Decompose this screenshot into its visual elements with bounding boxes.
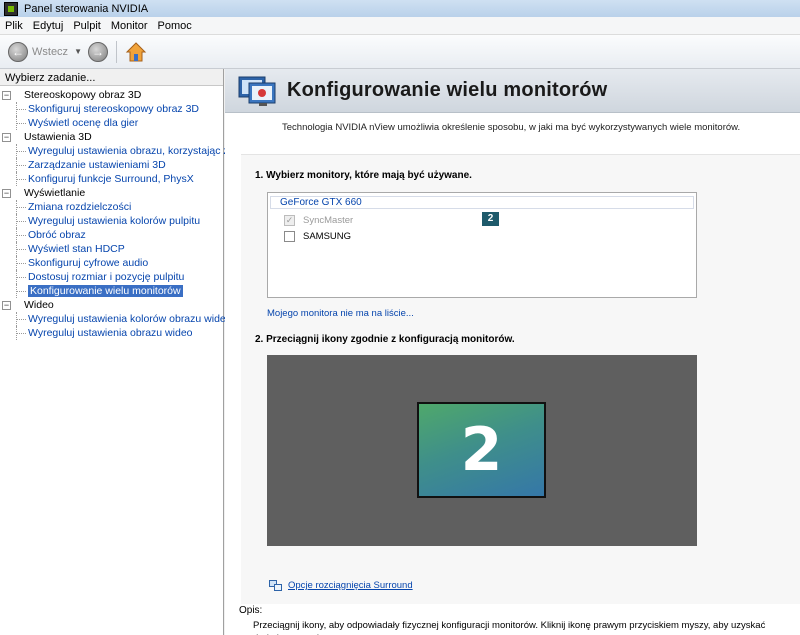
tree-item-digital-audio[interactable]: Skonfiguruj cyfrowe audio xyxy=(0,256,223,270)
monitor-row-samsung[interactable]: SAMSUNG xyxy=(284,229,351,243)
tree-item-rotate[interactable]: Obróć obraz xyxy=(0,228,223,242)
menu-pulpit[interactable]: Pulpit xyxy=(73,20,101,32)
nvidia-app-icon xyxy=(4,1,18,16)
tree-item-desktop-colors[interactable]: Wyreguluj ustawienia kolorów pulpitu xyxy=(0,214,223,228)
section2-title: 2. Przeciągnij ikony zgodnie z konfigura… xyxy=(255,334,515,345)
menu-bar: Plik Edytuj Pulpit Monitor Pomoc xyxy=(0,17,800,35)
surround-icon xyxy=(269,580,282,591)
section1-title: 1. Wybierz monitory, które mają być używ… xyxy=(255,170,472,181)
back-label[interactable]: Wstecz xyxy=(32,46,68,58)
tree-group-video[interactable]: − Wideo xyxy=(0,298,223,312)
monitor-name: SyncMaster xyxy=(303,214,354,226)
forward-button[interactable]: → xyxy=(87,41,108,62)
back-button[interactable]: ← xyxy=(8,41,28,62)
monitor-name: SAMSUNG xyxy=(303,230,352,242)
title-bar: Panel sterowania NVIDIA xyxy=(0,0,800,17)
tree-item-surround-physx[interactable]: Konfiguruj funkcje Surround, PhysX xyxy=(0,172,223,186)
toolbar-separator xyxy=(115,40,117,63)
collapse-icon[interactable]: − xyxy=(2,189,11,198)
tree-item-hdcp[interactable]: Wyświetl stan HDCP xyxy=(0,242,223,256)
description-text: Przeciągnij ikony, aby odpowiadały fizyc… xyxy=(253,620,766,635)
arrow-left-icon: ← xyxy=(12,44,24,59)
home-icon[interactable] xyxy=(125,41,147,63)
content-pane: Konfigurowanie wielu monitorów Technolog… xyxy=(225,69,800,635)
page-title: Konfigurowanie wielu monitorów xyxy=(287,79,608,101)
tree-group-3d-settings[interactable]: − Ustawienia 3D xyxy=(0,130,223,144)
monitor-number-badge: 2 xyxy=(482,212,499,226)
task-panel-header: Wybierz zadanie... xyxy=(0,69,223,86)
history-dropdown-icon[interactable]: ▼ xyxy=(74,47,82,56)
monitor-arrangement-canvas[interactable]: 2 xyxy=(267,355,697,546)
tree-group-display[interactable]: − Wyświetlanie xyxy=(0,186,223,200)
description-label: Opis: xyxy=(239,605,263,616)
surround-options[interactable]: Opcje rozciągnięcia Surround xyxy=(269,580,413,591)
collapse-icon[interactable]: − xyxy=(2,91,11,100)
surround-link[interactable]: Opcje rozciągnięcia Surround xyxy=(288,580,413,591)
monitor-tile[interactable]: 2 xyxy=(417,402,546,498)
tree-item-multi-monitor[interactable]: Konfigurowanie wielu monitorów xyxy=(0,284,223,298)
menu-edytuj[interactable]: Edytuj xyxy=(33,20,64,32)
menu-monitor[interactable]: Monitor xyxy=(111,20,148,32)
task-tree: − Stereoskopowy obraz 3D Skonfiguruj ster… xyxy=(0,86,232,340)
gpu-group-header: GeForce GTX 660 xyxy=(270,196,694,209)
tree-item-resolution[interactable]: Zmiana rozdzielczości xyxy=(0,200,223,214)
samsung-checkbox[interactable] xyxy=(284,230,295,242)
task-panel: Wybierz zadanie... − Stereoskopowy obraz … xyxy=(0,69,232,635)
tree-item-video-colors[interactable]: Wyreguluj ustawienia kolorów obrazu wide… xyxy=(0,312,232,326)
tree-group-stereo[interactable]: − Stereoskopowy obraz 3D xyxy=(0,88,223,102)
tree-item-desktop-size[interactable]: Dostosuj rozmiar i pozycję pulpitu xyxy=(0,270,223,284)
arrow-right-icon: → xyxy=(91,44,104,59)
gpu-name: GeForce GTX 660 xyxy=(280,197,362,208)
toolbar: ← Wstecz ▼ → xyxy=(0,35,800,69)
monitor-list: GeForce GTX 660 ✓ SyncMaster SAMSUNG xyxy=(267,192,697,298)
tree-item-image-settings[interactable]: Wyreguluj ustawienia obrazu, korzystając… xyxy=(0,144,229,158)
tree-item-manage-3d[interactable]: Zarządzanie ustawieniami 3D xyxy=(0,158,223,172)
collapse-icon[interactable]: − xyxy=(2,133,11,142)
menu-plik[interactable]: Plik xyxy=(5,20,23,32)
intro-text: Technologia NVIDIA nView umożliwia okreś… xyxy=(282,122,741,133)
collapse-icon[interactable]: − xyxy=(2,301,11,310)
page-header: Konfigurowanie wielu monitorów xyxy=(225,69,800,113)
window-title: Panel sterowania NVIDIA xyxy=(24,2,149,15)
multi-monitor-icon xyxy=(237,75,277,107)
tree-item-video-image[interactable]: Wyreguluj ustawienia obrazu wideo xyxy=(0,326,223,340)
menu-pomoc[interactable]: Pomoc xyxy=(158,20,192,32)
tree-item-stereo-config[interactable]: Skonfiguruj stereoskopowy obraz 3D xyxy=(0,102,223,116)
monitor-row-syncmaster[interactable]: ✓ SyncMaster xyxy=(284,213,353,227)
syncmaster-checkbox[interactable]: ✓ xyxy=(284,214,295,226)
tree-item-game-rating[interactable]: Wyświetl ocenę dla gier xyxy=(0,116,223,130)
monitor-missing-link[interactable]: Mojego monitora nie ma na liście... xyxy=(267,308,414,319)
